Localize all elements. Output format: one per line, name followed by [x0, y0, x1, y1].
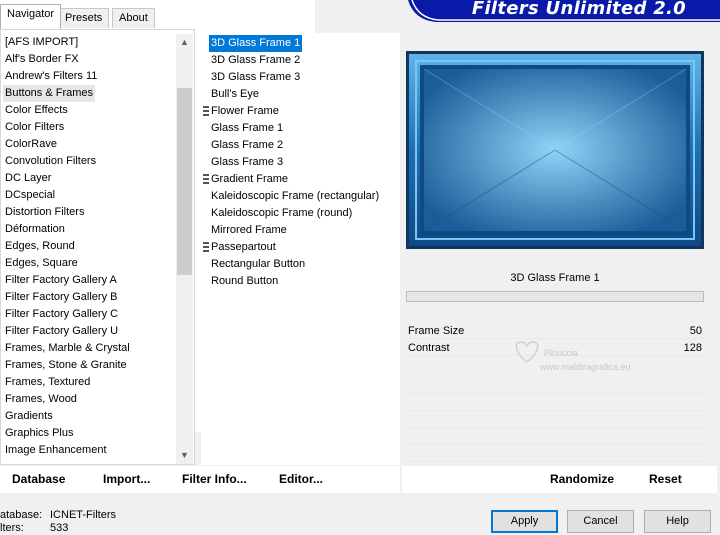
filter-group-marker-icon — [203, 242, 209, 253]
param-row-empty — [406, 445, 704, 462]
param-row[interactable]: Frame Size 50 — [406, 322, 704, 339]
category-item[interactable]: DC Layer — [5, 170, 51, 187]
status-database: atabase: ICNET-Filters — [0, 509, 116, 522]
filter-item[interactable]: Gradient Frame — [211, 171, 288, 188]
category-item[interactable]: Frames, Stone & Granite — [5, 357, 127, 374]
category-scrollbar[interactable]: ▲ ▼ — [176, 34, 193, 464]
category-item[interactable]: Edges, Round — [5, 238, 75, 255]
category-item[interactable]: Filter Factory Gallery B — [5, 289, 117, 306]
database-button[interactable]: Database — [2, 466, 75, 493]
category-item[interactable]: Color Filters — [5, 119, 64, 136]
category-item[interactable]: Alf's Border FX — [5, 51, 79, 68]
tab-navigator[interactable]: Navigator — [0, 4, 62, 29]
preview-image — [406, 51, 704, 249]
category-item[interactable]: Distortion Filters — [5, 204, 84, 221]
preview-frame — [406, 51, 704, 249]
category-item[interactable]: Filter Factory Gallery A — [5, 272, 117, 289]
filter-item[interactable]: Passepartout — [211, 239, 276, 256]
param-row-empty — [406, 411, 704, 428]
randomize-button[interactable]: Randomize — [540, 466, 624, 493]
param-row-empty — [406, 377, 704, 394]
filter-item[interactable]: 3D Glass Frame 2 — [211, 52, 300, 69]
param-value[interactable]: 50 — [690, 323, 702, 339]
filter-item[interactable]: Glass Frame 2 — [211, 137, 283, 154]
cancel-button[interactable]: Cancel — [567, 510, 634, 533]
category-item[interactable]: Edges, Square — [5, 255, 78, 272]
status-database-label: atabase: — [0, 509, 43, 521]
filter-item[interactable]: 3D Glass Frame 1 — [209, 35, 303, 52]
filter-item[interactable]: Bull's Eye — [211, 86, 259, 103]
category-item[interactable]: Frames, Textured — [5, 374, 90, 391]
filter-item[interactable]: Round Button — [211, 273, 278, 290]
category-item[interactable]: [AFS IMPORT] — [5, 34, 78, 51]
category-item[interactable]: Buttons & Frames — [3, 85, 96, 102]
filter-group-marker-icon — [203, 106, 209, 117]
category-item[interactable]: Déformation — [5, 221, 65, 238]
filter-item[interactable]: Mirrored Frame — [211, 222, 287, 239]
filter-item[interactable]: Flower Frame — [211, 103, 279, 120]
filter-info-button[interactable]: Filter Info... — [172, 466, 257, 493]
banner-title: Filters Unlimited 2.0 — [471, 0, 686, 19]
category-item[interactable]: Filter Factory Gallery C — [5, 306, 118, 323]
category-item[interactable]: Frames, Marble & Crystal — [5, 340, 130, 357]
param-value[interactable]: 128 — [684, 340, 702, 356]
filter-item[interactable]: Kaleidoscopic Frame (round) — [211, 205, 352, 222]
watermark-name: Pinuccia — [544, 348, 579, 358]
scroll-up-icon[interactable]: ▲ — [176, 34, 193, 51]
category-item[interactable]: DCspecial — [5, 187, 55, 204]
category-item[interactable]: Gradients — [5, 408, 53, 425]
progress-bar — [406, 291, 704, 302]
help-button[interactable]: Help — [644, 510, 711, 533]
filter-item[interactable]: Glass Frame 3 — [211, 154, 283, 171]
param-label: Contrast — [408, 342, 450, 354]
import-button[interactable]: Import... — [93, 466, 160, 493]
param-label: Frame Size — [408, 325, 465, 337]
category-item[interactable]: ColorRave — [5, 136, 57, 153]
category-item[interactable]: Filter Factory Gallery U — [5, 323, 118, 340]
tab-presets[interactable]: Presets — [58, 8, 110, 28]
filter-item[interactable]: Glass Frame 1 — [211, 120, 283, 137]
status-filters-value: 533 — [50, 522, 69, 534]
category-item[interactable]: Convolution Filters — [5, 153, 96, 170]
filter-item[interactable]: Kaleidoscopic Frame (rectangular) — [211, 188, 379, 205]
category-item[interactable]: Frames, Wood — [5, 391, 77, 408]
category-item[interactable]: Image Enhancement — [5, 442, 107, 459]
filter-group-marker-icon — [203, 174, 209, 185]
category-item[interactable]: Andrew's Filters 11 — [5, 68, 97, 85]
reset-button[interactable]: Reset — [639, 466, 692, 493]
param-row-empty — [406, 394, 704, 411]
status-database-value: ICNET-Filters — [50, 509, 116, 521]
status-filters-label: lters: — [0, 522, 24, 534]
scroll-thumb[interactable] — [177, 88, 192, 275]
watermark-heart-icon — [512, 338, 542, 367]
watermark-url: www.maldiragrafica.eu — [540, 362, 631, 372]
category-item[interactable]: Graphics Plus — [5, 425, 73, 442]
status-filters: lters: 533 — [0, 522, 68, 535]
filter-list[interactable]: 3D Glass Frame 1 3D Glass Frame 2 3D Glass… — [201, 33, 400, 465]
param-row-empty — [406, 428, 704, 445]
tab-about[interactable]: About — [112, 8, 155, 28]
category-list[interactable]: [AFS IMPORT] Alf's Border FX Andrew's Filt… — [0, 29, 195, 465]
apply-button[interactable]: Apply — [491, 510, 558, 533]
filter-item[interactable]: Rectangular Button — [211, 256, 305, 273]
filter-item[interactable]: 3D Glass Frame 3 — [211, 69, 300, 86]
banner: Filters Unlimited 2.0 — [408, 0, 720, 22]
filter-title: 3D Glass Frame 1 — [406, 268, 704, 288]
scroll-down-icon[interactable]: ▼ — [176, 447, 193, 464]
category-item[interactable]: Color Effects — [5, 102, 68, 119]
editor-button[interactable]: Editor... — [269, 466, 333, 493]
